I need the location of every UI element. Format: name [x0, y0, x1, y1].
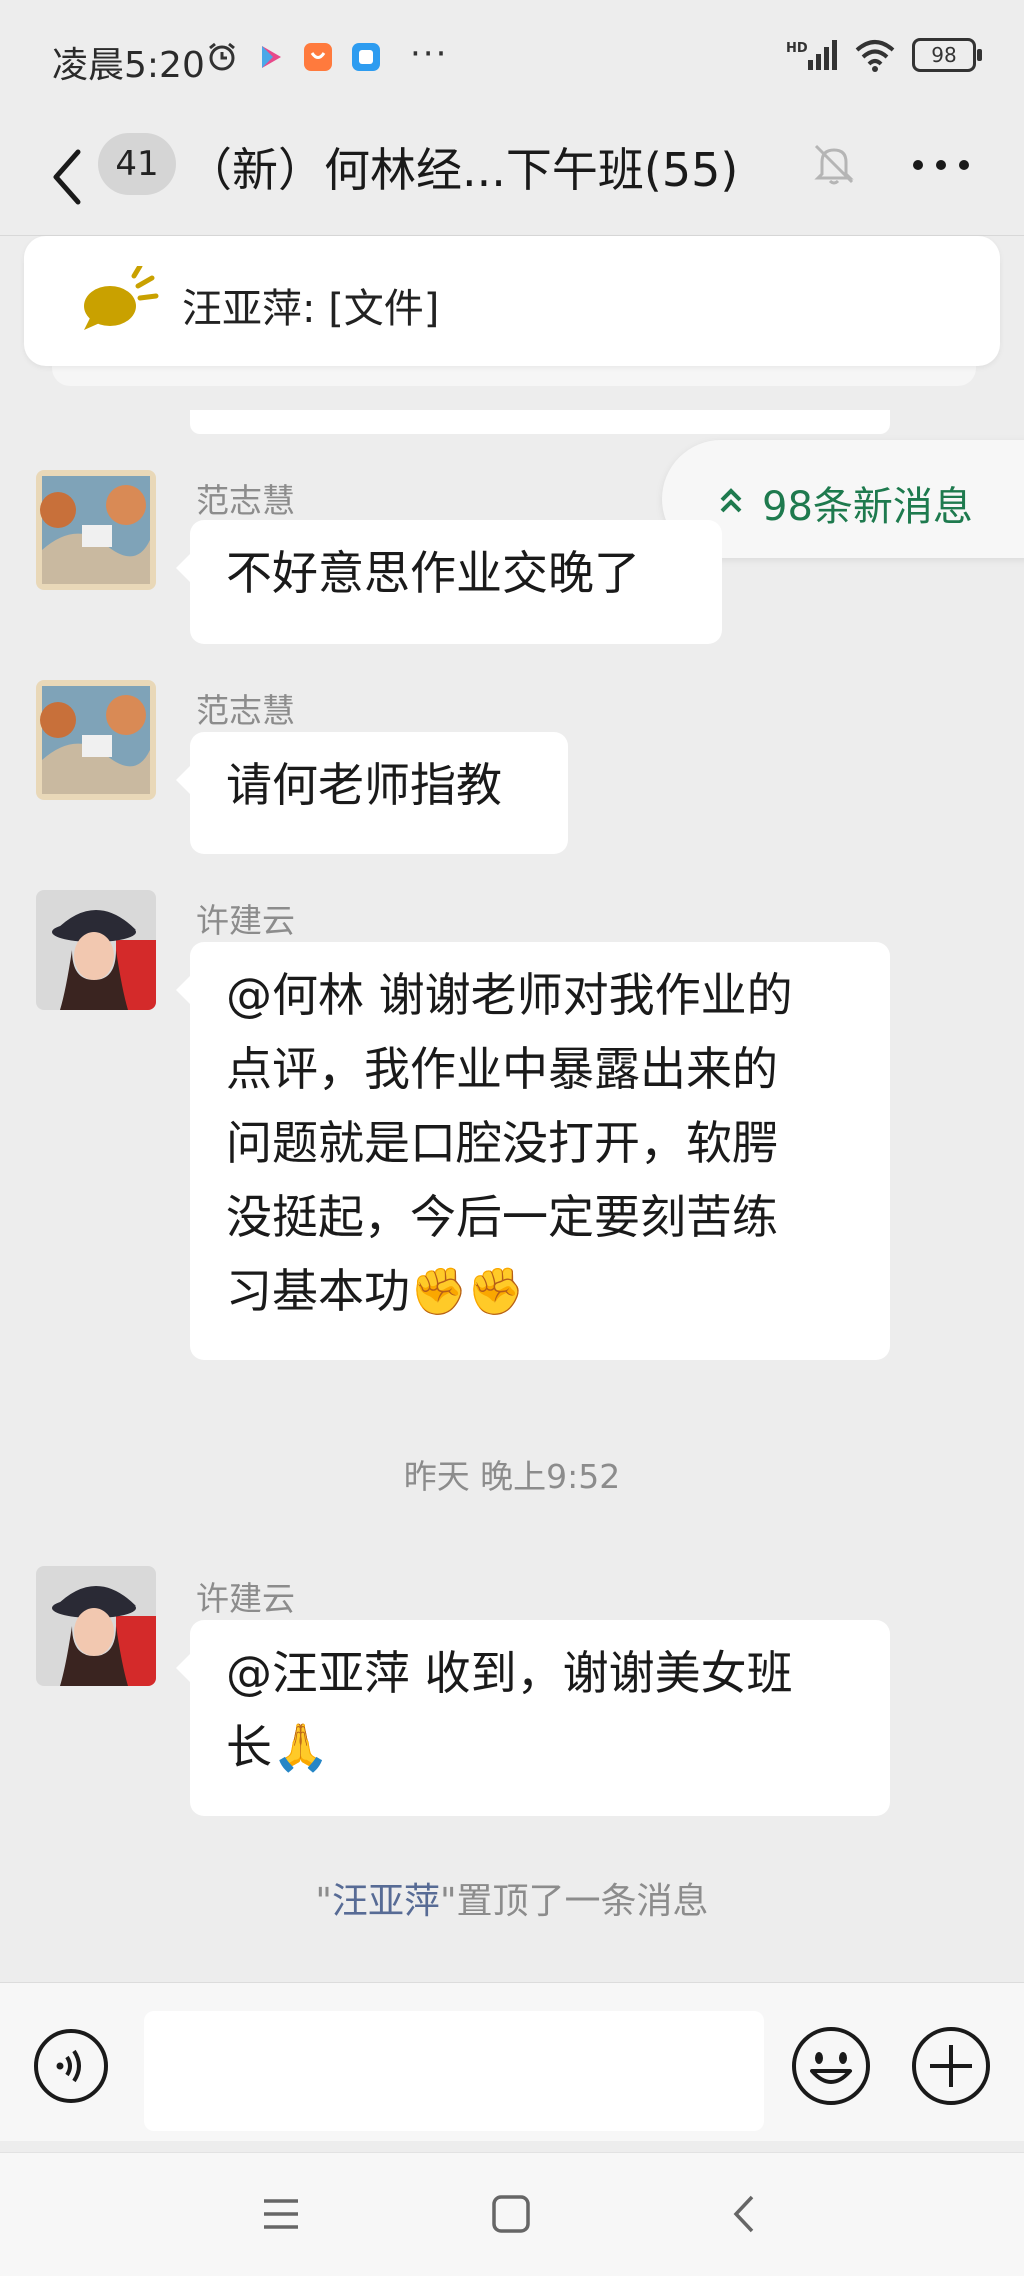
- system-pin-notice: "汪亚萍"置顶了一条消息: [0, 1872, 1024, 1924]
- signal-hd-label: HD: [786, 41, 808, 56]
- message-line: 点评，我作业中暴露出来的: [226, 1042, 778, 1096]
- avatar[interactable]: [36, 470, 156, 590]
- message-input[interactable]: [144, 2011, 764, 2131]
- message-timestamp: 昨天 晚上9:52: [403, 1457, 621, 1496]
- message-line: 问题就是口腔没打开，软腭: [226, 1116, 778, 1170]
- plus-icon[interactable]: [910, 2025, 992, 2107]
- back-arrow-icon[interactable]: [44, 142, 94, 212]
- woman-hat-avatar-image: [36, 1566, 156, 1686]
- unread-count-badge[interactable]: 41: [98, 133, 176, 195]
- message-bubble[interactable]: @何林 谢谢老师对我作业的 点评，我作业中暴露出来的 问题就是口腔没打开，软腭 …: [176, 942, 890, 1360]
- chat-app-icon: [352, 43, 380, 71]
- avatar[interactable]: [36, 890, 156, 1010]
- signal-icon: HD: [786, 40, 837, 70]
- status-app-icons: [205, 40, 383, 74]
- message-bubble[interactable]: @汪亚萍 收到，谢谢美女班 长🙏: [176, 1620, 890, 1816]
- system-note-user-link[interactable]: 汪亚萍: [332, 1881, 440, 1922]
- battery-icon: 98: [912, 38, 982, 72]
- alarm-icon: [209, 42, 235, 71]
- message-line: 习基本功✊✊: [226, 1264, 525, 1318]
- voice-input-icon[interactable]: [32, 2027, 110, 2105]
- video-app-icon: [262, 46, 281, 68]
- shopping-app-icon: [304, 43, 332, 71]
- announcement-icon: [84, 266, 159, 330]
- muted-bell-icon: [814, 144, 854, 185]
- woman-hat-avatar-image: [36, 890, 156, 1010]
- system-note-prefix: ": [315, 1881, 332, 1922]
- pinned-message-card[interactable]: 汪亚萍: [文件]: [24, 236, 1000, 366]
- back-nav-icon[interactable]: [722, 2191, 768, 2237]
- message-bubble[interactable]: 不好意思作业交晚了: [176, 520, 722, 644]
- system-note-suffix: "置顶了一条消息: [440, 1881, 709, 1922]
- input-bar: [0, 1982, 1024, 2141]
- status-system-icons: HD 98: [786, 38, 982, 72]
- pinned-message-text: 汪亚萍: [文件]: [182, 286, 440, 332]
- avatar[interactable]: [36, 680, 156, 800]
- sender-name: 许建云: [196, 901, 295, 940]
- status-more-dots: ···: [410, 34, 449, 74]
- message-bubble[interactable]: 请何老师指教: [176, 732, 568, 854]
- wifi-icon: [855, 40, 895, 72]
- painting-avatar-image: [36, 470, 156, 590]
- system-navigation-bar: [0, 2152, 1024, 2276]
- previous-message-bubble: [190, 410, 890, 434]
- message-line: @汪亚萍 收到，谢谢美女班: [226, 1646, 793, 1700]
- avatar[interactable]: [36, 1566, 156, 1686]
- message-line: @何林 谢谢老师对我作业的: [226, 968, 793, 1022]
- double-chevron-up-icon: [720, 488, 742, 513]
- message-line: 没挺起，今后一定要刻苦练: [226, 1190, 778, 1244]
- status-time: 凌晨5:20: [52, 45, 205, 86]
- emoji-icon[interactable]: [790, 2025, 872, 2107]
- home-icon[interactable]: [488, 2191, 534, 2237]
- sender-name: 范志慧: [196, 481, 295, 520]
- message-line: 长🙏: [226, 1720, 330, 1774]
- more-options-icon[interactable]: [906, 140, 976, 190]
- sender-name: 范志慧: [196, 691, 295, 730]
- painting-avatar-image: [36, 680, 156, 800]
- new-messages-label: 98条新消息: [762, 484, 973, 530]
- sender-name: 许建云: [196, 1579, 295, 1618]
- menu-icon[interactable]: [258, 2191, 304, 2237]
- status-bar: 凌晨5:20 ··· HD 98: [0, 0, 1024, 120]
- chat-title[interactable]: （新）何林经...下午班(55): [186, 134, 738, 200]
